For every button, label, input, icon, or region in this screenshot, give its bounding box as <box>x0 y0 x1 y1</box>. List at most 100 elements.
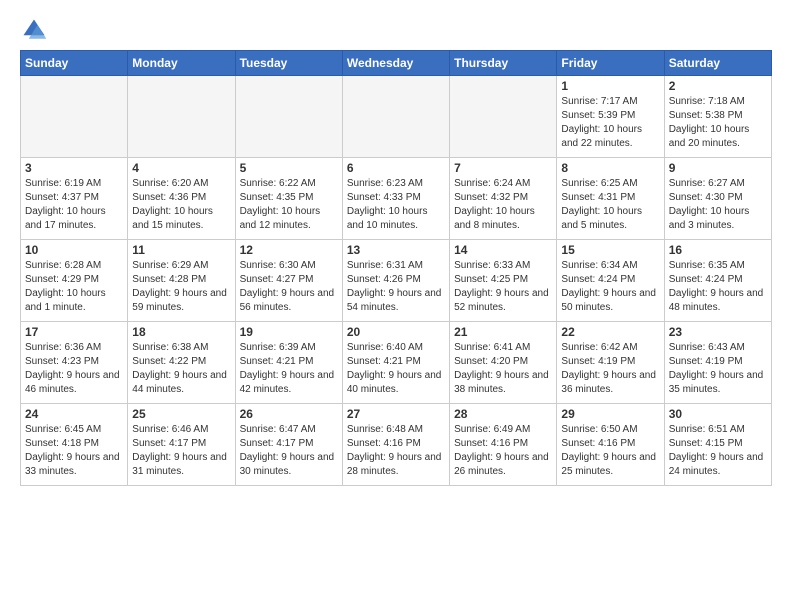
calendar-cell: 25 Sunrise: 6:46 AM Sunset: 4:17 PM Dayli… <box>128 404 235 486</box>
calendar-cell: 4 Sunrise: 6:20 AM Sunset: 4:36 PM Daylig… <box>128 158 235 240</box>
day-number: 11 <box>132 243 230 257</box>
calendar-cell <box>450 76 557 158</box>
day-number: 23 <box>669 325 767 339</box>
calendar-cell: 7 Sunrise: 6:24 AM Sunset: 4:32 PM Daylig… <box>450 158 557 240</box>
day-number: 24 <box>25 407 123 421</box>
calendar-cell: 21 Sunrise: 6:41 AM Sunset: 4:20 PM Dayli… <box>450 322 557 404</box>
calendar-cell <box>21 76 128 158</box>
weekday-header: Saturday <box>664 51 771 76</box>
calendar-week-row: 10 Sunrise: 6:28 AM Sunset: 4:29 PM Dayli… <box>21 240 772 322</box>
calendar-cell: 12Sunrise: 6:30 AM Sunset: 4:27 PM Dayli… <box>235 240 342 322</box>
calendar-week-row: 3 Sunrise: 6:19 AM Sunset: 4:37 PM Daylig… <box>21 158 772 240</box>
day-info: Sunrise: 7:18 AM Sunset: 5:38 PM Dayligh… <box>669 95 767 151</box>
day-number: 16 <box>669 243 767 257</box>
calendar-cell: 18 Sunrise: 6:38 AM Sunset: 4:22 PM Dayli… <box>128 322 235 404</box>
day-number: 20 <box>347 325 445 339</box>
day-info: Sunrise: 7:17 AM Sunset: 5:39 PM Dayligh… <box>561 95 659 151</box>
day-number: 27 <box>347 407 445 421</box>
day-number: 18 <box>132 325 230 339</box>
day-info: Sunrise: 6:25 AM Sunset: 4:31 PM Dayligh… <box>561 177 659 233</box>
calendar-cell: 2Sunrise: 7:18 AM Sunset: 5:38 PM Daylig… <box>664 76 771 158</box>
weekday-header: Wednesday <box>342 51 449 76</box>
day-info: Sunrise: 6:43 AM Sunset: 4:19 PM Dayligh… <box>669 341 767 397</box>
calendar-cell: 19 Sunrise: 6:39 AM Sunset: 4:21 PM Dayli… <box>235 322 342 404</box>
day-number: 17 <box>25 325 123 339</box>
logo <box>20 16 52 44</box>
day-info: Sunrise: 6:22 AM Sunset: 4:35 PM Dayligh… <box>240 177 338 233</box>
day-info: Sunrise: 6:20 AM Sunset: 4:36 PM Dayligh… <box>132 177 230 233</box>
day-number: 8 <box>561 161 659 175</box>
day-info: Sunrise: 6:46 AM Sunset: 4:17 PM Dayligh… <box>132 423 230 479</box>
calendar-header-row: SundayMondayTuesdayWednesdayThursdayFrid… <box>21 51 772 76</box>
page: SundayMondayTuesdayWednesdayThursdayFrid… <box>0 0 792 496</box>
calendar-cell: 29 Sunrise: 6:50 AM Sunset: 4:16 PM Dayli… <box>557 404 664 486</box>
day-info: Sunrise: 6:36 AM Sunset: 4:23 PM Dayligh… <box>25 341 123 397</box>
day-number: 30 <box>669 407 767 421</box>
day-info: Sunrise: 6:38 AM Sunset: 4:22 PM Dayligh… <box>132 341 230 397</box>
calendar-week-row: 1Sunrise: 7:17 AM Sunset: 5:39 PM Daylig… <box>21 76 772 158</box>
calendar-cell: 11 Sunrise: 6:29 AM Sunset: 4:28 PM Dayli… <box>128 240 235 322</box>
header <box>20 16 772 44</box>
day-number: 4 <box>132 161 230 175</box>
day-info: Sunrise: 6:47 AM Sunset: 4:17 PM Dayligh… <box>240 423 338 479</box>
day-number: 19 <box>240 325 338 339</box>
calendar-cell: 27 Sunrise: 6:48 AM Sunset: 4:16 PM Dayli… <box>342 404 449 486</box>
day-number: 13 <box>347 243 445 257</box>
day-number: 10 <box>25 243 123 257</box>
day-info: Sunrise: 6:50 AM Sunset: 4:16 PM Dayligh… <box>561 423 659 479</box>
day-info: Sunrise: 6:49 AM Sunset: 4:16 PM Dayligh… <box>454 423 552 479</box>
day-number: 5 <box>240 161 338 175</box>
calendar-cell: 8 Sunrise: 6:25 AM Sunset: 4:31 PM Daylig… <box>557 158 664 240</box>
calendar-cell: 3 Sunrise: 6:19 AM Sunset: 4:37 PM Daylig… <box>21 158 128 240</box>
calendar-cell: 30 Sunrise: 6:51 AM Sunset: 4:15 PM Dayli… <box>664 404 771 486</box>
calendar-body: 1Sunrise: 7:17 AM Sunset: 5:39 PM Daylig… <box>21 76 772 486</box>
day-number: 29 <box>561 407 659 421</box>
calendar-cell: 26 Sunrise: 6:47 AM Sunset: 4:17 PM Dayli… <box>235 404 342 486</box>
weekday-header: Friday <box>557 51 664 76</box>
calendar-cell: 28 Sunrise: 6:49 AM Sunset: 4:16 PM Dayli… <box>450 404 557 486</box>
day-number: 7 <box>454 161 552 175</box>
day-number: 15 <box>561 243 659 257</box>
calendar-cell: 6 Sunrise: 6:23 AM Sunset: 4:33 PM Daylig… <box>342 158 449 240</box>
calendar-cell: 24 Sunrise: 6:45 AM Sunset: 4:18 PM Dayli… <box>21 404 128 486</box>
day-info: Sunrise: 6:41 AM Sunset: 4:20 PM Dayligh… <box>454 341 552 397</box>
day-info: Sunrise: 6:51 AM Sunset: 4:15 PM Dayligh… <box>669 423 767 479</box>
calendar-cell: 9 Sunrise: 6:27 AM Sunset: 4:30 PM Daylig… <box>664 158 771 240</box>
calendar-cell: 22Sunrise: 6:42 AM Sunset: 4:19 PM Dayli… <box>557 322 664 404</box>
weekday-header: Monday <box>128 51 235 76</box>
calendar-cell: 16 Sunrise: 6:35 AM Sunset: 4:24 PM Dayli… <box>664 240 771 322</box>
day-info: Sunrise: 6:23 AM Sunset: 4:33 PM Dayligh… <box>347 177 445 233</box>
day-number: 3 <box>25 161 123 175</box>
calendar: SundayMondayTuesdayWednesdayThursdayFrid… <box>20 50 772 486</box>
weekday-header: Thursday <box>450 51 557 76</box>
calendar-cell: 10 Sunrise: 6:28 AM Sunset: 4:29 PM Dayli… <box>21 240 128 322</box>
day-number: 6 <box>347 161 445 175</box>
day-number: 21 <box>454 325 552 339</box>
day-info: Sunrise: 6:34 AM Sunset: 4:24 PM Dayligh… <box>561 259 659 315</box>
day-info: Sunrise: 6:28 AM Sunset: 4:29 PM Dayligh… <box>25 259 123 315</box>
day-number: 28 <box>454 407 552 421</box>
calendar-week-row: 24 Sunrise: 6:45 AM Sunset: 4:18 PM Dayli… <box>21 404 772 486</box>
calendar-cell: 20 Sunrise: 6:40 AM Sunset: 4:21 PM Dayli… <box>342 322 449 404</box>
day-info: Sunrise: 6:24 AM Sunset: 4:32 PM Dayligh… <box>454 177 552 233</box>
day-info: Sunrise: 6:27 AM Sunset: 4:30 PM Dayligh… <box>669 177 767 233</box>
day-number: 25 <box>132 407 230 421</box>
day-number: 22 <box>561 325 659 339</box>
calendar-cell: 5 Sunrise: 6:22 AM Sunset: 4:35 PM Daylig… <box>235 158 342 240</box>
day-number: 9 <box>669 161 767 175</box>
calendar-cell: 13Sunrise: 6:31 AM Sunset: 4:26 PM Dayli… <box>342 240 449 322</box>
day-info: Sunrise: 6:39 AM Sunset: 4:21 PM Dayligh… <box>240 341 338 397</box>
day-info: Sunrise: 6:45 AM Sunset: 4:18 PM Dayligh… <box>25 423 123 479</box>
weekday-header: Sunday <box>21 51 128 76</box>
day-info: Sunrise: 6:19 AM Sunset: 4:37 PM Dayligh… <box>25 177 123 233</box>
calendar-cell <box>342 76 449 158</box>
day-number: 26 <box>240 407 338 421</box>
day-info: Sunrise: 6:40 AM Sunset: 4:21 PM Dayligh… <box>347 341 445 397</box>
day-info: Sunrise: 6:30 AM Sunset: 4:27 PM Dayligh… <box>240 259 338 315</box>
calendar-cell: 15 Sunrise: 6:34 AM Sunset: 4:24 PM Dayli… <box>557 240 664 322</box>
day-info: Sunrise: 6:35 AM Sunset: 4:24 PM Dayligh… <box>669 259 767 315</box>
calendar-week-row: 17 Sunrise: 6:36 AM Sunset: 4:23 PM Dayli… <box>21 322 772 404</box>
calendar-cell <box>235 76 342 158</box>
day-info: Sunrise: 6:29 AM Sunset: 4:28 PM Dayligh… <box>132 259 230 315</box>
day-info: Sunrise: 6:48 AM Sunset: 4:16 PM Dayligh… <box>347 423 445 479</box>
